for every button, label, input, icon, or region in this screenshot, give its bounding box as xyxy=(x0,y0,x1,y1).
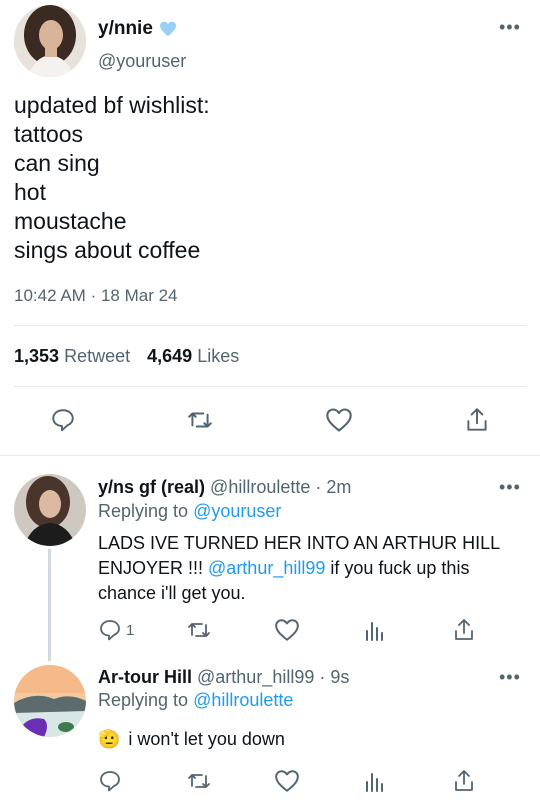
reply-display-name[interactable]: Ar-tour Hill xyxy=(98,667,192,687)
likes-stat[interactable]: 4,649 Likes xyxy=(147,346,239,366)
replying-to-label: Replying to xyxy=(98,501,189,521)
like-icon[interactable] xyxy=(325,407,353,433)
divider xyxy=(0,455,540,456)
user-handle[interactable]: @youruser xyxy=(98,51,186,72)
display-name[interactable]: y/nnie xyxy=(98,18,153,40)
mention-link[interactable]: @arthur_hill99 xyxy=(208,558,325,578)
retweet-icon[interactable] xyxy=(186,618,212,642)
reply-icon xyxy=(98,618,122,642)
divider xyxy=(14,325,526,326)
reply-avatar[interactable] xyxy=(14,474,86,546)
tweet-time: 10:42 AM xyxy=(14,286,86,305)
reply-icon[interactable] xyxy=(50,407,76,433)
salute-emoji-icon: 🫡 xyxy=(98,729,121,750)
reply-header: y/ns gf (real) @hillroulette · 2m xyxy=(98,477,351,498)
reply-avatar[interactable] xyxy=(14,665,86,737)
analytics-icon[interactable] xyxy=(364,769,386,793)
replying-to-link[interactable]: @hillroulette xyxy=(193,690,293,710)
timestamp[interactable]: 10:42 AM · 18 Mar 24 xyxy=(14,286,178,306)
tweet-line: moustache xyxy=(14,208,127,234)
more-options-icon[interactable]: ••• xyxy=(499,478,521,496)
share-icon[interactable] xyxy=(464,406,490,434)
like-icon[interactable] xyxy=(274,769,300,793)
tweet-line: updated bf wishlist: xyxy=(14,92,210,118)
reply-time: · 2m xyxy=(315,477,352,497)
reply-text: LADS IVE TURNED HER INTO AN ARTHUR HILL … xyxy=(98,531,518,606)
likes-label: Likes xyxy=(197,346,240,366)
reply-time: · 9s xyxy=(319,667,350,687)
reply-handle[interactable]: @hillroulette xyxy=(210,477,310,497)
blue-heart-icon xyxy=(159,21,177,37)
thread-line xyxy=(48,549,51,661)
share-icon[interactable] xyxy=(452,768,476,794)
tweet-text: updated bf wishlist: tattoos can sing ho… xyxy=(14,91,210,265)
retweet-count: 1,353 xyxy=(14,346,60,366)
tweet-line: tattoos xyxy=(14,121,84,147)
retweet-label: Retweet xyxy=(64,346,131,366)
more-options-icon[interactable]: ••• xyxy=(499,668,521,686)
retweet-stat[interactable]: 1,353 Retweet xyxy=(14,346,135,366)
more-options-icon[interactable]: ••• xyxy=(499,18,521,36)
tweet-line: hot xyxy=(14,179,46,205)
tweet-date: 18 Mar 24 xyxy=(100,286,178,305)
replying-to: Replying to @youruser xyxy=(98,501,281,522)
reply-text-body: i won't let you down xyxy=(128,729,285,749)
reply-icon[interactable] xyxy=(98,769,122,793)
reply-text: 🫡 i won't let you down xyxy=(98,729,285,750)
replying-to: Replying to @hillroulette xyxy=(98,690,293,711)
share-icon[interactable] xyxy=(452,617,476,643)
retweet-icon[interactable] xyxy=(186,769,212,793)
divider xyxy=(14,386,526,387)
like-icon[interactable] xyxy=(274,618,300,642)
tweet-line: can sing xyxy=(14,150,100,176)
engagement-stats: 1,353 Retweet 4,649 Likes xyxy=(14,346,239,367)
retweet-icon[interactable] xyxy=(186,407,214,433)
analytics-icon[interactable] xyxy=(364,618,386,642)
reply-handle[interactable]: @arthur_hill99 xyxy=(197,667,314,687)
tweet-line: sings about coffee xyxy=(14,237,201,263)
display-name-row: y/nnie xyxy=(98,18,177,40)
reply-header: Ar-tour Hill @arthur_hill99 · 9s xyxy=(98,667,349,688)
replying-to-label: Replying to xyxy=(98,690,189,710)
avatar[interactable] xyxy=(14,5,86,77)
replying-to-link[interactable]: @youruser xyxy=(193,501,281,521)
reply-display-name[interactable]: y/ns gf (real) xyxy=(98,477,205,497)
timestamp-separator: · xyxy=(90,286,97,305)
reply-button[interactable]: 1 xyxy=(98,618,134,642)
likes-count: 4,649 xyxy=(147,346,193,366)
reply-count: 1 xyxy=(126,621,135,639)
